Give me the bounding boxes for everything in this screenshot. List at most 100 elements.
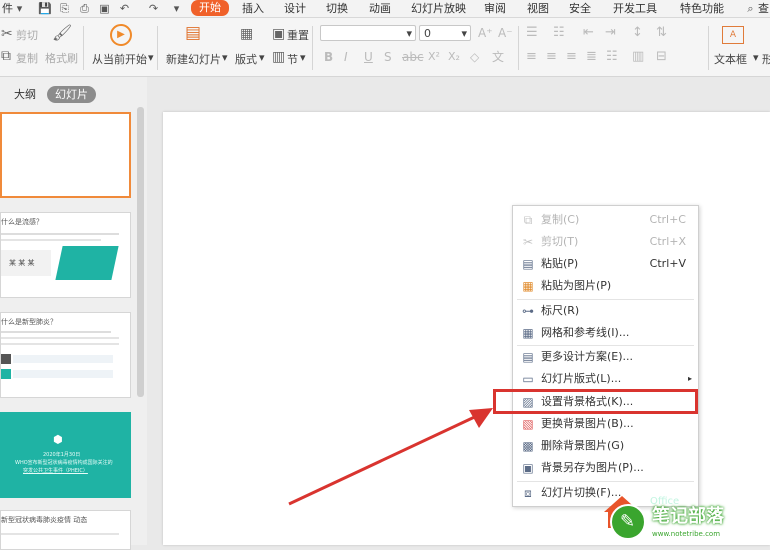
- tab-developer[interactable]: 开发工具: [613, 0, 657, 17]
- slide-thumbnail-3[interactable]: 什么是新型肺炎？: [0, 312, 131, 398]
- preview-icon[interactable]: ▣: [98, 2, 111, 15]
- dropdown-arrow-icon[interactable]: ▾: [13, 2, 26, 15]
- tab-view[interactable]: 视图: [527, 0, 549, 17]
- tab-insert[interactable]: 插入: [242, 0, 264, 17]
- change-bg-image-icon: ▧: [522, 417, 534, 431]
- tab-review[interactable]: 审阅: [484, 0, 506, 17]
- scissors-icon: ✂: [1, 26, 13, 42]
- align-left-icon[interactable]: ≡: [526, 49, 537, 65]
- format-painter-button[interactable]: 格式刷: [45, 50, 78, 66]
- strikethrough-icon[interactable]: abc: [402, 49, 424, 65]
- menu-item-paste-as-image[interactable]: ▦ 粘贴为图片(P): [513, 275, 698, 297]
- tab-transition[interactable]: 切换: [326, 0, 348, 17]
- menu-item-delete-bg-image[interactable]: ▩ 删除背景图片(G): [513, 435, 698, 457]
- reset-button[interactable]: 重置: [287, 27, 309, 43]
- italic-icon[interactable]: I: [344, 49, 348, 65]
- distribute-icon[interactable]: ☷: [606, 49, 618, 65]
- annotation-arrow: [288, 408, 493, 506]
- layout-icon[interactable]: ▦: [240, 26, 253, 42]
- grow-font-icon[interactable]: A⁺: [478, 25, 493, 41]
- tab-slideshow[interactable]: 幻灯片放映: [411, 0, 466, 17]
- superscript-icon[interactable]: X²: [428, 49, 440, 65]
- copy-button[interactable]: 复制: [16, 50, 38, 66]
- new-slide-icon[interactable]: ▤: [185, 25, 201, 42]
- columns-icon[interactable]: ▥: [632, 49, 644, 65]
- file-menu[interactable]: 件: [2, 0, 13, 17]
- chevron-down-icon[interactable]: ▾: [300, 51, 306, 64]
- menu-item-copy[interactable]: ⧉ 复制(C) Ctrl+C: [513, 209, 698, 231]
- slide-thumbnail-4[interactable]: ⬢ 2020年1月30日 WHO宣布新型冠状病毒疫情构成国际关注的 突发公共卫生…: [0, 412, 131, 498]
- ruler-icon: ⊶: [522, 304, 534, 318]
- thumb-title: 什么是流感？: [1, 218, 43, 226]
- slide-thumbnail-5[interactable]: 新型冠状病毒肺炎疫情 动态: [0, 510, 131, 550]
- justify-icon[interactable]: ≣: [586, 49, 597, 65]
- underline-icon[interactable]: U: [364, 49, 373, 65]
- panel-scrollbar[interactable]: [137, 107, 144, 397]
- chevron-down-icon[interactable]: ▾: [222, 51, 228, 64]
- chevron-down-icon[interactable]: ▾: [753, 51, 759, 64]
- textbox-icon[interactable]: A: [722, 26, 744, 44]
- shape-button[interactable]: 形: [762, 51, 770, 67]
- export-icon[interactable]: ⎘: [58, 2, 71, 15]
- menu-item-paste[interactable]: ▤ 粘贴(P) Ctrl+V: [513, 253, 698, 275]
- tab-design[interactable]: 设计: [284, 0, 306, 17]
- chevron-down-icon[interactable]: ▾: [259, 51, 265, 64]
- menu-item-slide-layout[interactable]: ▭ 幻灯片版式(L)... ▸: [513, 368, 698, 390]
- layout-icon: ▭: [522, 372, 534, 386]
- save-icon[interactable]: 💾: [38, 2, 52, 15]
- char-spacing-icon[interactable]: 文: [492, 49, 504, 65]
- shadow-icon[interactable]: S: [384, 49, 392, 65]
- subscript-icon[interactable]: X₂: [448, 49, 460, 65]
- slide-thumbnail-1[interactable]: [0, 112, 131, 198]
- vertical-align-icon[interactable]: ⊟: [656, 49, 667, 65]
- redo-icon[interactable]: ↷: [147, 2, 160, 15]
- textbox-button[interactable]: 文本框: [714, 51, 747, 67]
- menu-item-more-designs[interactable]: ▤ 更多设计方案(E)...: [513, 346, 698, 368]
- tab-features[interactable]: 特色功能: [680, 0, 724, 17]
- tab-animation[interactable]: 动画: [369, 0, 391, 17]
- menu-item-ruler[interactable]: ⊶ 标尺(R): [513, 300, 698, 322]
- menu-bar: 件 ▾ 💾 ⎘ ⎙ ▣ ↶ ↷ ▾ 开始 插入 设计 切换 动画 幻灯片放映 审…: [0, 0, 770, 18]
- more-icon[interactable]: ▾: [170, 2, 183, 15]
- cut-button[interactable]: 剪切: [16, 27, 38, 43]
- align-right-icon[interactable]: ≡: [566, 49, 577, 65]
- layout-button[interactable]: 版式: [235, 51, 257, 67]
- indent-increase-icon[interactable]: ⇥: [605, 25, 616, 41]
- bold-icon[interactable]: B: [324, 49, 333, 65]
- play-icon[interactable]: ▶: [110, 24, 132, 46]
- section-button[interactable]: 节: [287, 51, 298, 67]
- new-slide-button[interactable]: 新建幻灯片: [166, 51, 221, 67]
- tab-slides[interactable]: 幻灯片: [47, 86, 96, 103]
- eraser-icon[interactable]: ◇: [470, 49, 479, 65]
- thumb-line: [1, 233, 119, 235]
- menu-item-save-bg-image[interactable]: ▣ 背景另存为图片(P)...: [513, 457, 698, 479]
- print-icon[interactable]: ⎙: [78, 2, 91, 15]
- bullet-list-icon[interactable]: ☰: [526, 25, 538, 41]
- undo-icon[interactable]: ↶: [118, 2, 131, 15]
- pen-logo-icon: ✎: [610, 504, 646, 540]
- align-center-icon[interactable]: ≡: [546, 49, 557, 65]
- thumb-row: [13, 370, 113, 378]
- tab-home[interactable]: 开始: [191, 0, 229, 16]
- menu-item-change-bg-image[interactable]: ▧ 更换背景图片(B)...: [513, 413, 698, 435]
- thumb-teal-box: [55, 246, 119, 280]
- delete-bg-image-icon: ▩: [522, 439, 534, 453]
- line-spacing-icon[interactable]: ↕: [632, 25, 643, 41]
- tab-security[interactable]: 安全: [569, 0, 591, 17]
- play-from-current-button[interactable]: 从当前开始: [92, 51, 147, 67]
- numbered-list-icon[interactable]: ☷: [553, 25, 565, 41]
- shrink-font-icon[interactable]: A⁻: [498, 25, 513, 41]
- menu-item-cut[interactable]: ✂ 剪切(T) Ctrl+X: [513, 231, 698, 253]
- indent-decrease-icon[interactable]: ⇤: [583, 25, 594, 41]
- menu-item-grid-guides[interactable]: ▦ 网格和参考线(I)...: [513, 322, 698, 344]
- divider: [83, 26, 84, 70]
- font-size-select[interactable]: 0 ▾: [419, 25, 471, 41]
- font-name-select[interactable]: ▾: [320, 25, 416, 41]
- tab-outline[interactable]: 大纲: [14, 86, 36, 103]
- slide-thumbnail-2[interactable]: 什么是流感？ 某 某 某: [0, 212, 131, 298]
- chevron-down-icon[interactable]: ▾: [148, 51, 154, 64]
- watermark-logo: ✎ 笔记部落 www.notetribe.com Office: [600, 496, 770, 545]
- text-direction-icon[interactable]: ⇅: [656, 25, 667, 41]
- search-label[interactable]: 查: [758, 0, 769, 17]
- search-icon[interactable]: ⌕: [744, 2, 757, 15]
